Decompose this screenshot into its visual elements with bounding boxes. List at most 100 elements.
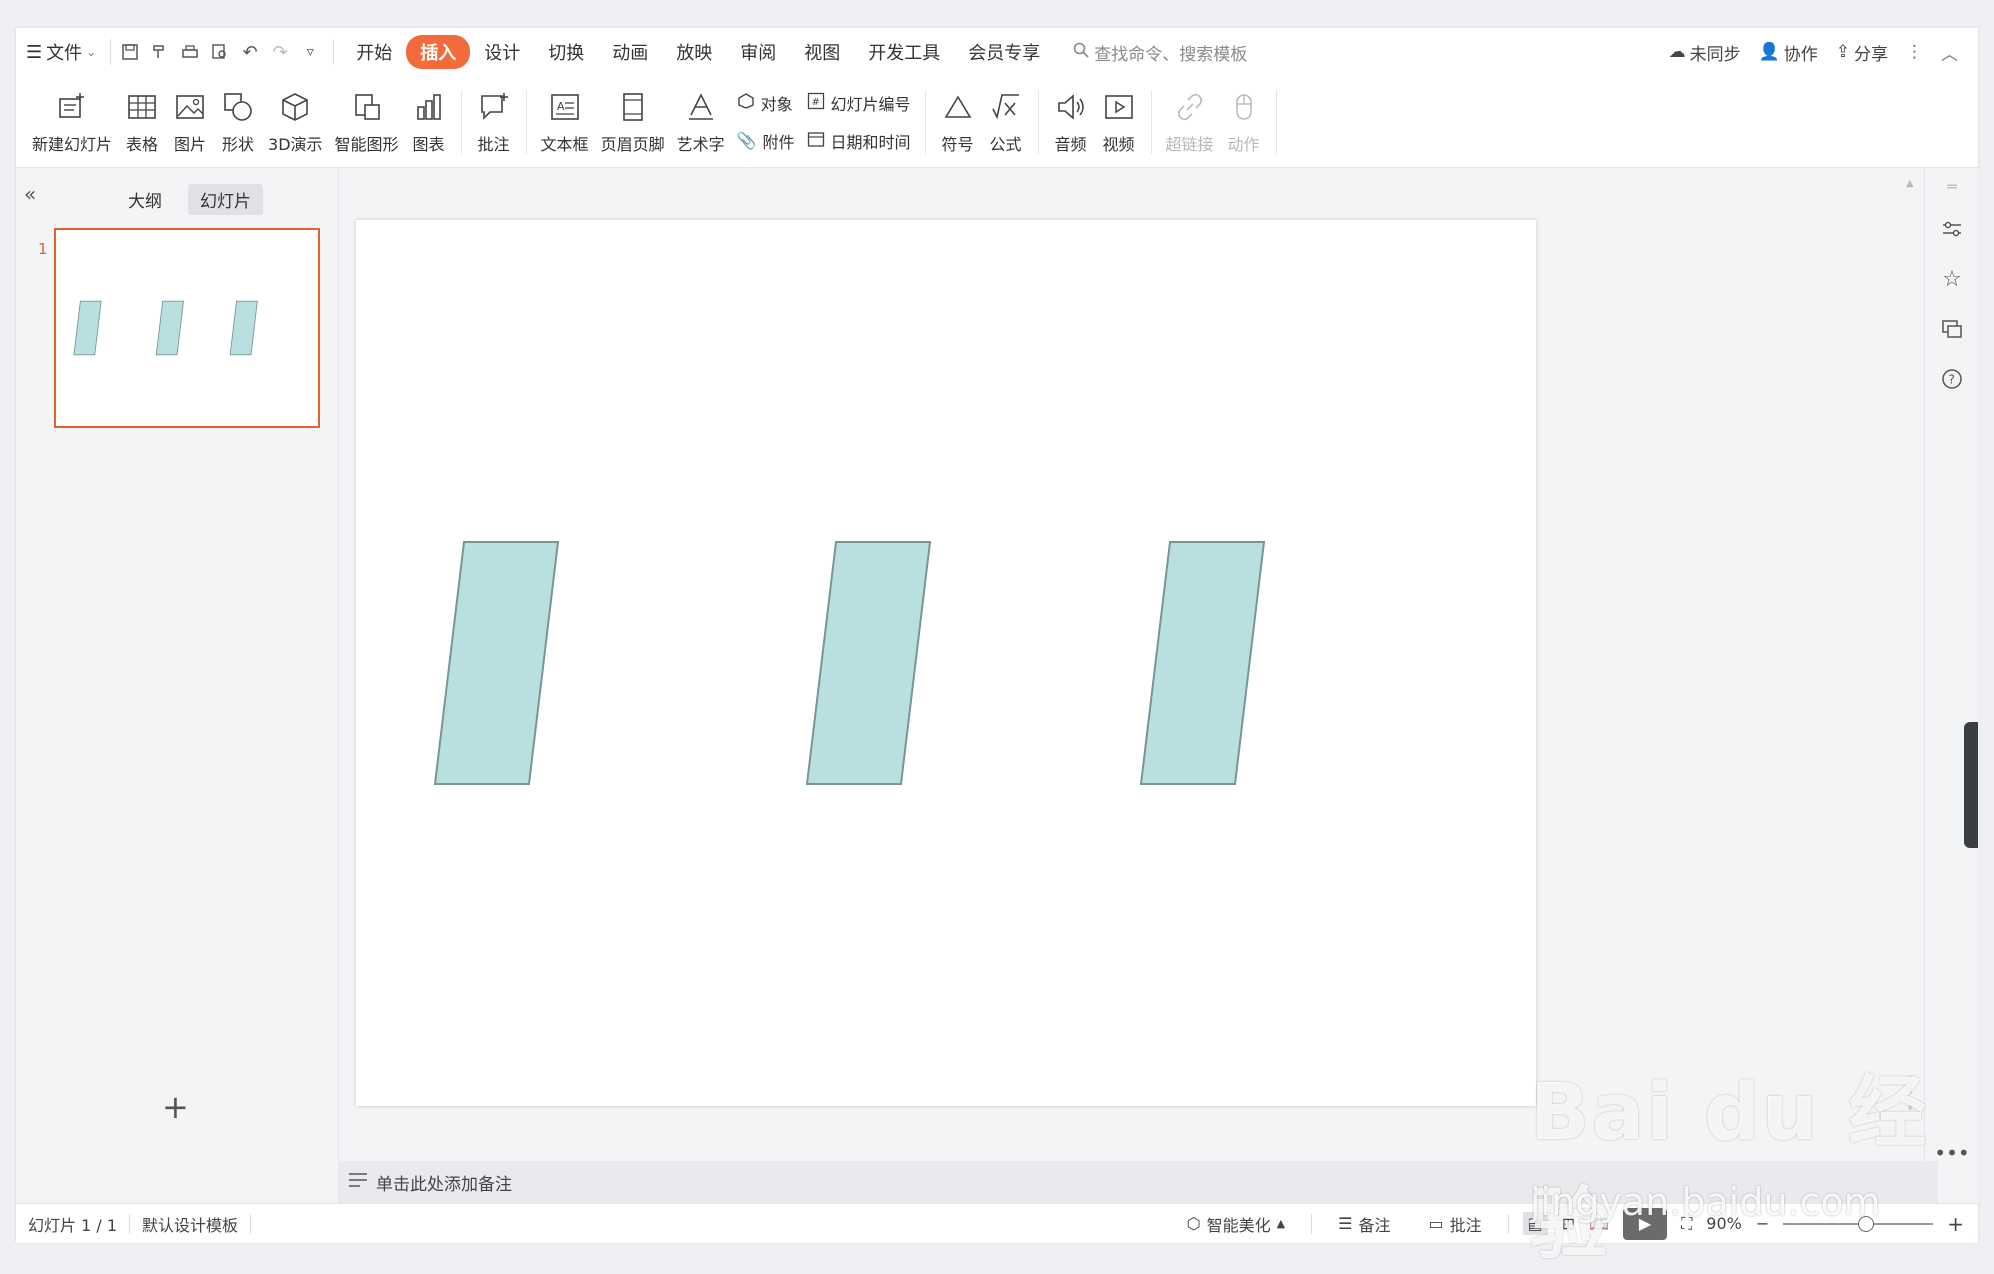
star-icon[interactable]: ☆ bbox=[1925, 254, 1979, 304]
cube-icon bbox=[277, 89, 313, 125]
chart-button[interactable]: 图表 bbox=[405, 80, 453, 164]
tab-slides[interactable]: 幻灯片 bbox=[188, 184, 263, 215]
redo-icon[interactable]: ↷ bbox=[265, 37, 295, 67]
textbox-button[interactable]: A 文本框 bbox=[535, 80, 595, 164]
tab-member[interactable]: 会员专享 bbox=[954, 39, 1054, 65]
table-button[interactable]: 表格 bbox=[118, 80, 166, 164]
smart-beautify-button[interactable]: ⬡ 智能美化 ▲ bbox=[1175, 1212, 1297, 1236]
slide-number-button[interactable]: # 幻灯片编号 bbox=[807, 91, 911, 115]
command-search[interactable]: 查找命令、搜索模板 bbox=[1072, 40, 1247, 65]
topbar-right-actions: ☁ 未同步 👤 协作 ⇪ 分享 ⋮ ︿ bbox=[1669, 28, 1958, 76]
drag-handle-icon[interactable]: ═ bbox=[1925, 168, 1979, 204]
print-icon[interactable] bbox=[175, 37, 205, 67]
attachment-button[interactable]: 📎 附件 bbox=[737, 129, 795, 153]
more-vertical-icon[interactable]: ⋮ bbox=[1906, 42, 1923, 62]
shape-button[interactable]: 形状 bbox=[214, 80, 262, 164]
collab-label: 协作 bbox=[1783, 44, 1818, 65]
template-name[interactable]: 默认设计模板 bbox=[130, 1212, 250, 1236]
title-bar: ☰ 文件 ⌄ ↶ ↷ ▿ 开始 插入 设计 切换 动画 放映 审阅 视图 开发工… bbox=[16, 28, 1978, 76]
help-icon[interactable]: ? bbox=[1925, 354, 1979, 404]
object-label: 对象 bbox=[760, 94, 793, 114]
sliders-icon[interactable] bbox=[1925, 204, 1979, 254]
scroll-up-icon[interactable]: ▲ bbox=[1906, 178, 1914, 189]
audio-button[interactable]: 音频 bbox=[1047, 80, 1095, 164]
new-slide-label: 新建幻灯片 bbox=[32, 134, 113, 154]
ribbon-divider bbox=[924, 89, 926, 154]
tab-animations[interactable]: 动画 bbox=[598, 39, 662, 65]
share-label: 分享 bbox=[1854, 44, 1888, 65]
tab-slideshow[interactable]: 放映 bbox=[662, 39, 726, 65]
formula-button[interactable]: 公式 bbox=[982, 80, 1030, 164]
divider bbox=[333, 39, 335, 65]
undo-icon[interactable]: ↶ bbox=[235, 37, 265, 67]
tab-design[interactable]: 设计 bbox=[470, 39, 534, 65]
slide-thumbnail[interactable] bbox=[54, 228, 320, 428]
wordart-button[interactable]: 艺术字 bbox=[671, 80, 731, 164]
vertical-scrollbar[interactable]: ▲ ⌄ ⇞ ⇟ bbox=[1900, 168, 1918, 1148]
parallelogram-shape-1[interactable] bbox=[433, 541, 560, 785]
video-button[interactable]: 视频 bbox=[1095, 80, 1143, 164]
attachment-label: 附件 bbox=[762, 132, 795, 152]
divider bbox=[250, 1213, 252, 1234]
object-button[interactable]: 对象 bbox=[737, 91, 795, 115]
tab-home[interactable]: 开始 bbox=[342, 39, 406, 65]
cube-outline-icon: ⬡ bbox=[1186, 1214, 1201, 1233]
collapse-ribbon-icon[interactable]: ︿ bbox=[1941, 40, 1958, 65]
chevron-up-icon: ▲ bbox=[1276, 1217, 1286, 1230]
textbox-label: 文本框 bbox=[540, 134, 589, 154]
datetime-button[interactable]: 日期和时间 bbox=[807, 129, 911, 153]
picture-button[interactable]: 图片 bbox=[166, 80, 214, 164]
action-button[interactable]: 动作 bbox=[1220, 80, 1268, 164]
new-slide-icon bbox=[54, 89, 90, 125]
slide-canvas[interactable] bbox=[356, 220, 1536, 1106]
video-icon bbox=[1101, 89, 1137, 125]
hyperlink-button[interactable]: 超链接 bbox=[1160, 80, 1220, 164]
picture-icon bbox=[172, 89, 208, 125]
header-footer-button[interactable]: 页眉页脚 bbox=[595, 80, 671, 164]
comment-button[interactable]: 批注 bbox=[470, 80, 518, 164]
comment-toggle-button[interactable]: ▭ 批注 bbox=[1416, 1212, 1493, 1236]
tab-developer[interactable]: 开发工具 bbox=[854, 39, 954, 65]
mouse-icon bbox=[1226, 89, 1262, 125]
notes-lines-icon: ☰ bbox=[1338, 1214, 1353, 1233]
notes-placeholder: 单击此处添加备注 bbox=[376, 1174, 512, 1195]
paperclip-icon: 📎 bbox=[736, 131, 757, 150]
slide-switch-icon[interactable] bbox=[1925, 304, 1979, 354]
sync-button[interactable]: ☁ 未同步 bbox=[1669, 40, 1741, 65]
print-preview-icon[interactable] bbox=[205, 37, 235, 67]
parallelogram-shape-3[interactable] bbox=[1139, 541, 1266, 785]
wordart-icon bbox=[683, 89, 719, 125]
divider bbox=[1507, 1213, 1509, 1234]
tab-transitions[interactable]: 切换 bbox=[534, 39, 598, 65]
file-menu[interactable]: ☰ 文件 ⌄ bbox=[16, 39, 106, 65]
collapse-panel-icon[interactable]: « bbox=[24, 182, 36, 206]
ribbon-divider bbox=[1037, 89, 1039, 154]
slide-content bbox=[433, 541, 1266, 785]
svg-text:A: A bbox=[557, 100, 565, 113]
cloud-icon: ☁ bbox=[1668, 42, 1686, 62]
3d-demo-button[interactable]: 3D演示 bbox=[262, 80, 329, 164]
tab-insert[interactable]: 插入 bbox=[406, 35, 471, 69]
format-painter-icon[interactable] bbox=[145, 37, 175, 67]
share-icon: ⇪ bbox=[1835, 42, 1850, 62]
panel-tabs: 大纲 幻灯片 bbox=[116, 184, 263, 215]
smartart-button[interactable]: 智能图形 bbox=[329, 80, 405, 164]
notes-toggle-button[interactable]: ☰ 备注 bbox=[1326, 1212, 1402, 1236]
slides-panel: « 大纲 幻灯片 1 + bbox=[16, 168, 339, 1203]
symbol-button[interactable]: 符号 bbox=[934, 80, 982, 164]
share-button[interactable]: ⇪ 分享 bbox=[1836, 40, 1888, 65]
baidu-watermark-url: jingyan.baidu.com bbox=[1530, 1180, 1881, 1224]
right-sidebar: ═ ☆ ? ••• bbox=[1924, 168, 1979, 1203]
tab-review[interactable]: 审阅 bbox=[726, 39, 790, 65]
collab-button[interactable]: 👤 协作 bbox=[1759, 40, 1818, 65]
side-widget-tab[interactable] bbox=[1964, 722, 1978, 848]
tab-outline[interactable]: 大纲 bbox=[116, 184, 174, 215]
new-slide-button[interactable]: 新建幻灯片 bbox=[26, 80, 118, 164]
add-slide-icon[interactable]: + bbox=[162, 1088, 189, 1126]
customize-toolbar-icon[interactable]: ▿ bbox=[295, 37, 325, 67]
datetime-label: 日期和时间 bbox=[830, 132, 911, 152]
link-icon bbox=[1172, 89, 1208, 125]
save-icon[interactable] bbox=[115, 37, 145, 67]
parallelogram-shape-2[interactable] bbox=[805, 541, 932, 785]
tab-view[interactable]: 视图 bbox=[790, 39, 854, 65]
